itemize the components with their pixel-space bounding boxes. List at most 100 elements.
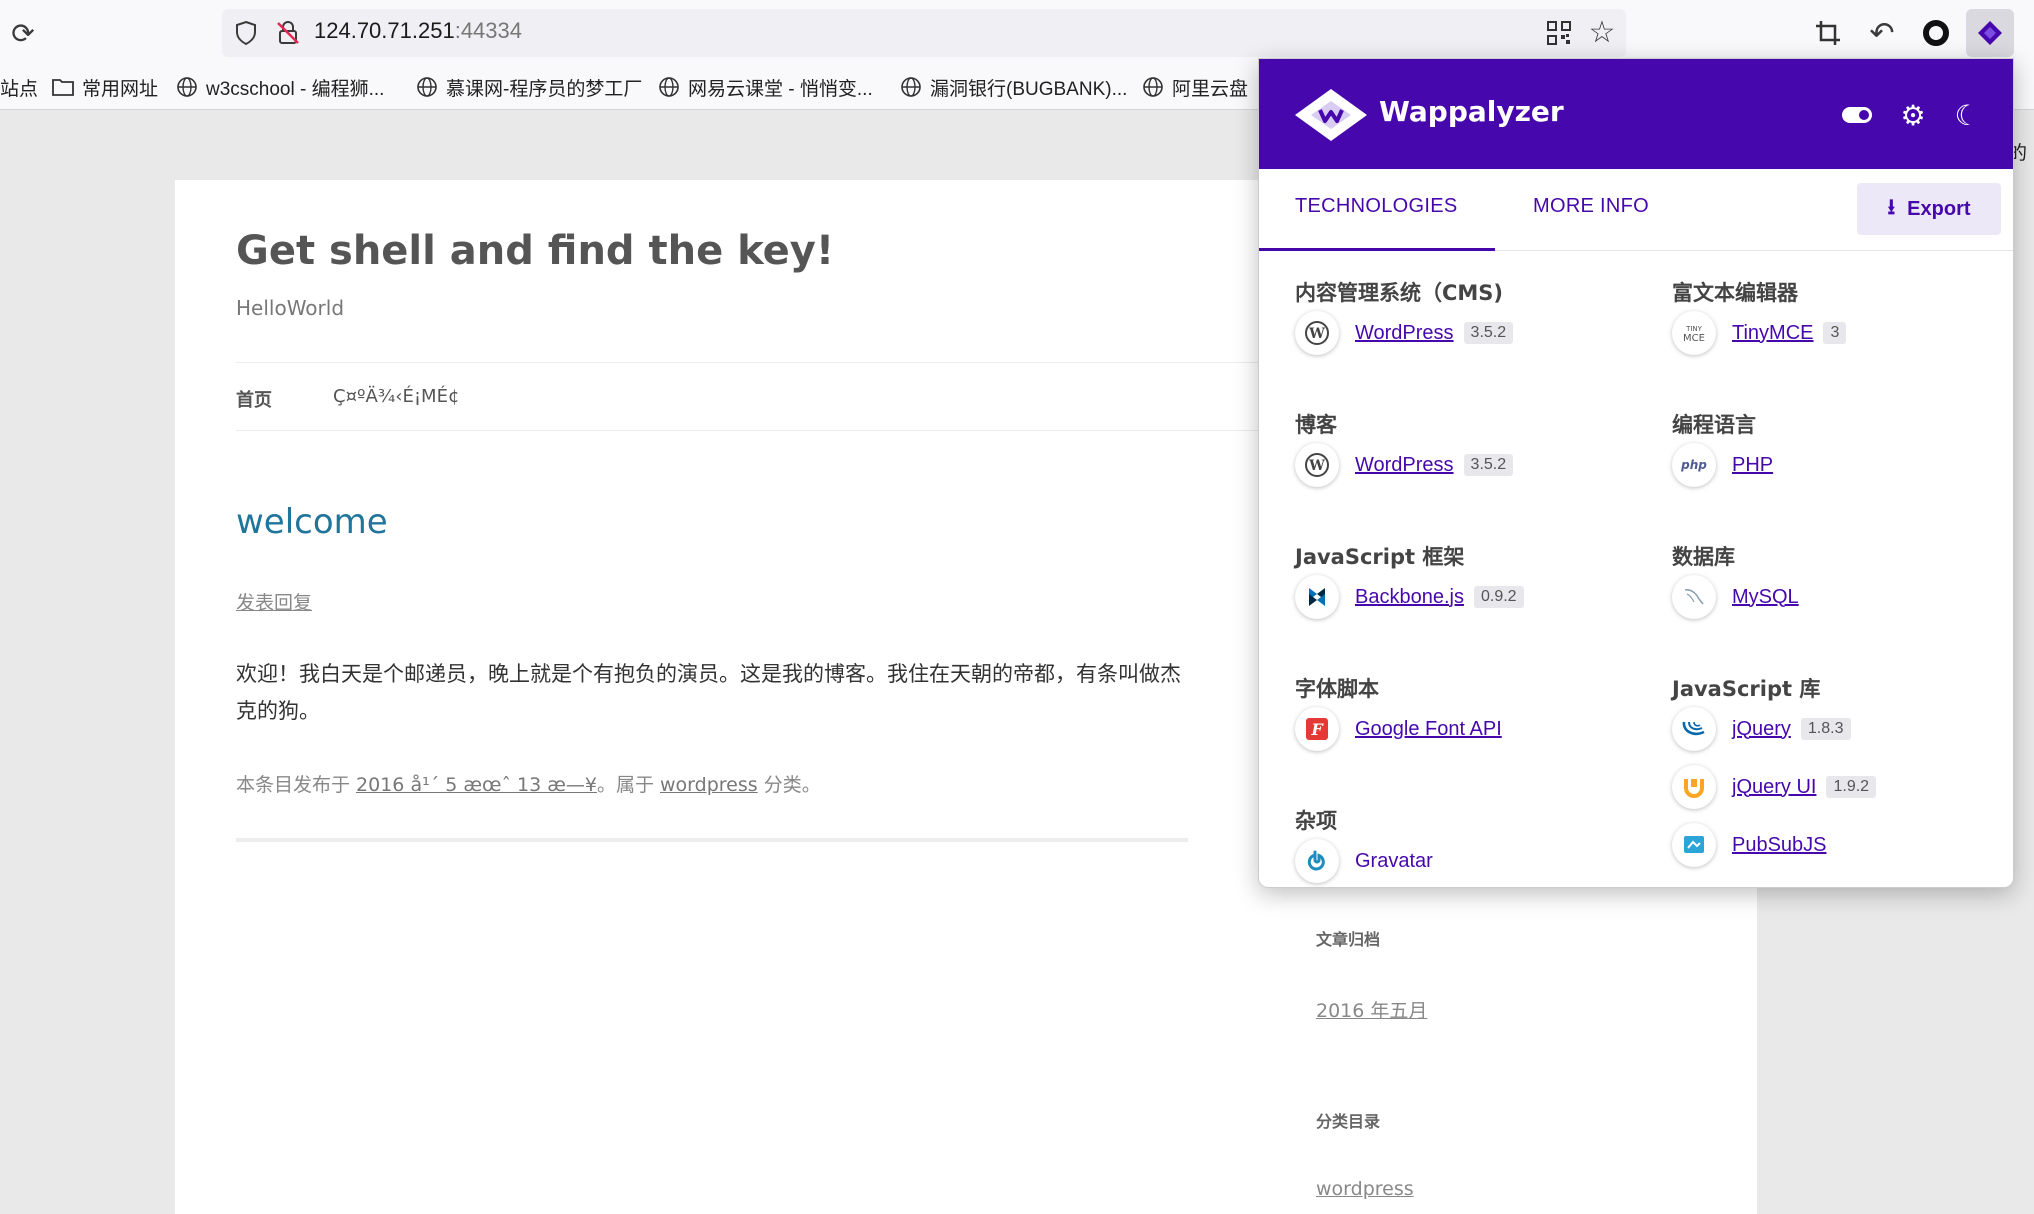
category-title: 内容管理系统（CMS) (1295, 281, 1504, 305)
download-icon: ⭳ (1887, 194, 1896, 219)
tech-name[interactable]: TinyMCE (1732, 322, 1813, 345)
post-separator (236, 838, 1188, 842)
toggle-icon[interactable] (1839, 97, 1875, 133)
qr-code-icon[interactable] (1543, 17, 1575, 49)
tech-name[interactable]: MySQL (1732, 586, 1799, 609)
bookmark-label: 网易云课堂 - 悄悄变... (688, 78, 873, 100)
archive-link[interactable]: 2016 年五月 (1316, 996, 1427, 1023)
category-title: 编程语言 (1672, 413, 1756, 437)
header-divider (236, 362, 1336, 363)
site-title[interactable]: Get shell and find the key! (236, 228, 834, 274)
jquery-icon (1672, 707, 1716, 751)
tech-version: 0.9.2 (1473, 586, 1524, 608)
tech-item-google-font-api[interactable]: F Google Font API (1295, 707, 1502, 751)
svg-text:php: php (1680, 458, 1707, 472)
bookmark-sites[interactable]: 站点 (0, 72, 38, 102)
bookmark-163-study[interactable]: 网易云课堂 - 悄悄变... (658, 72, 873, 102)
google-font-icon: F (1295, 707, 1339, 751)
circle-extension-icon[interactable] (1918, 15, 1954, 51)
tech-item-gravatar[interactable]: Gravatar (1295, 839, 1433, 883)
bookmark-label: w3cschool - 编程狮... (206, 78, 385, 100)
tech-version: 1.8.3 (1800, 718, 1851, 740)
wappalyzer-brand: Wappalyzer (1379, 95, 1564, 128)
tech-name[interactable]: jQuery (1732, 718, 1791, 741)
shield-icon[interactable] (230, 17, 262, 49)
bookmark-label: 阿里云盘 (1172, 78, 1249, 100)
export-button[interactable]: ⭳ Export (1857, 183, 2001, 235)
reload-icon[interactable]: ⟳ (6, 16, 40, 50)
url-text[interactable]: 124.70.71.251:44334 (314, 18, 522, 44)
tech-version: 3 (1823, 322, 1847, 344)
post-category-link[interactable]: wordpress (660, 774, 758, 796)
tech-name[interactable]: PHP (1732, 454, 1773, 477)
tech-item-wordpress-cms[interactable]: W WordPress 3.5.2 (1295, 311, 1514, 355)
mysql-icon (1672, 575, 1716, 619)
bookmark-bugbank[interactable]: 漏洞银行(BUGBANK)... (900, 72, 1127, 102)
browser-toolbar: ⟳ 124.70.71.251:44334 ☆ ↶ (0, 0, 2034, 66)
url-host: 124.70.71.251 (314, 18, 455, 43)
nav-home-link[interactable]: 首页 (236, 386, 272, 412)
post-date-link[interactable]: 2016 å¹´ 5 æœˆ 13 æ—¥ (356, 774, 597, 796)
globe-icon (1142, 76, 1164, 98)
export-label: Export (1907, 197, 1971, 220)
pubsubjs-icon (1672, 823, 1716, 867)
tech-name[interactable]: jQuery UI (1732, 776, 1816, 799)
wappalyzer-extension-icon[interactable] (1966, 9, 2014, 57)
tech-name[interactable]: Google Font API (1355, 718, 1502, 741)
bookmark-imooc[interactable]: 慕课网-程序员的梦工厂 (416, 72, 642, 102)
tech-item-pubsubjs[interactable]: PubSubJS (1672, 823, 1827, 867)
category-title: 字体脚本 (1295, 677, 1379, 701)
tech-version: 1.9.2 (1826, 776, 1877, 798)
bookmark-w3cschool[interactable]: w3cschool - 编程狮... (176, 72, 384, 102)
svg-text:F: F (1310, 720, 1324, 739)
tech-name[interactable]: WordPress (1355, 322, 1454, 345)
bookmark-aliyun-drive[interactable]: 阿里云盘 (1142, 72, 1248, 102)
svg-text:MCE: MCE (1683, 333, 1705, 344)
wordpress-icon: W (1295, 311, 1339, 355)
backbone-icon (1295, 575, 1339, 619)
tinymce-icon: TINY MCE (1672, 311, 1716, 355)
reply-link[interactable]: 发表回复 (236, 588, 312, 615)
globe-icon (416, 76, 438, 98)
bookmark-label: 漏洞银行(BUGBANK)... (930, 78, 1128, 100)
undo-icon[interactable]: ↶ (1864, 15, 1900, 51)
wappalyzer-header: Wappalyzer ⚙ ☾ (1259, 59, 2013, 169)
nav-divider (236, 430, 1336, 431)
tech-item-jquery-ui[interactable]: jQuery UI 1.9.2 (1672, 765, 1877, 809)
category-title: 杂项 (1295, 809, 1337, 833)
post-body: 欢迎！我白天是个邮递员，晚上就是个有抱负的演员。这是我的博客。我住在天朝的帝都，… (236, 662, 1181, 723)
crop-icon[interactable] (1810, 15, 1846, 51)
category-title: 博客 (1295, 413, 1337, 437)
settings-gear-icon[interactable]: ⚙ (1895, 97, 1931, 133)
star-icon[interactable]: ☆ (1585, 15, 1619, 50)
tech-item-jquery[interactable]: jQuery 1.8.3 (1672, 707, 1851, 751)
post-title[interactable]: welcome (236, 502, 388, 542)
insecure-lock-icon[interactable] (272, 17, 304, 49)
tech-item-wordpress-blog[interactable]: W WordPress 3.5.2 (1295, 443, 1514, 487)
tech-name[interactable]: Gravatar (1355, 850, 1433, 873)
tech-name[interactable]: WordPress (1355, 454, 1454, 477)
tech-item-php[interactable]: php PHP (1672, 443, 1773, 487)
dark-mode-moon-icon[interactable]: ☾ (1949, 97, 1985, 133)
tech-item-mysql[interactable]: MySQL (1672, 575, 1799, 619)
site-description: HelloWorld (236, 296, 345, 320)
tab-more-info[interactable]: MORE INFO (1533, 195, 1649, 218)
tech-name[interactable]: PubSubJS (1732, 834, 1827, 857)
wappalyzer-tabs: TECHNOLOGIES MORE INFO ⭳ Export (1259, 169, 2013, 251)
tech-item-backbone[interactable]: Backbone.js 0.9.2 (1295, 575, 1524, 619)
category-title: 富文本编辑器 (1672, 281, 1798, 305)
wappalyzer-popup: Wappalyzer ⚙ ☾ TECHNOLOGIES MORE INFO ⭳ E… (1258, 58, 2014, 888)
bookmark-label: 站点 (0, 78, 39, 100)
tab-technologies[interactable]: TECHNOLOGIES (1295, 195, 1458, 218)
meta-prefix: 本条目发布于 (236, 774, 357, 796)
bookmark-folder-common[interactable]: 常用网址 (52, 72, 158, 102)
tech-item-tinymce[interactable]: TINY MCE TinyMCE 3 (1672, 311, 1847, 355)
category-title: JavaScript 库 (1672, 677, 1821, 701)
active-tab-indicator (1259, 248, 1495, 251)
tech-name[interactable]: Backbone.js (1355, 586, 1464, 609)
category-link[interactable]: wordpress (1316, 1178, 1414, 1200)
svg-text:W: W (1308, 326, 1325, 342)
meta-middle: 。属于 (596, 774, 661, 796)
nav-sample-page-link[interactable]: Ç¤ºÄ¾‹É¡MÉ¢ (333, 386, 459, 407)
post-meta: 本条目发布于 2016 å¹´ 5 æœˆ 13 æ—¥。属于 wordpres… (236, 770, 821, 797)
